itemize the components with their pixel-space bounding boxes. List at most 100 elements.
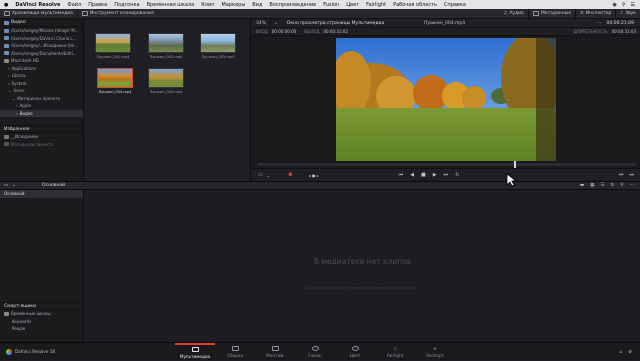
wifi-icon[interactable]: ◉	[612, 2, 616, 8]
viewer-options-icon[interactable]: ▭	[252, 172, 263, 178]
page-deliver[interactable]: ➤ Экспорт	[415, 343, 455, 361]
previous-frame-icon[interactable]: ⏮	[619, 172, 624, 178]
storage-location-label: /Users/sergey/Documents/Editi...	[11, 50, 77, 56]
clip-name: Пушкин_002.mp4	[149, 55, 183, 59]
playhead[interactable]	[514, 161, 517, 168]
tree-item[interactable]: ⌄ Материалы проекта	[0, 95, 83, 103]
menu-item[interactable]: Справка	[444, 2, 466, 8]
menu-item[interactable]: Файл	[67, 2, 81, 8]
go-to-end-icon[interactable]: ⏭	[444, 172, 449, 178]
tree-item[interactable]: › Library	[0, 72, 83, 80]
tree-item[interactable]: › Apple	[0, 102, 83, 110]
home-icon[interactable]: ⌂	[620, 349, 623, 354]
stop-icon[interactable]: ■	[421, 172, 426, 178]
storage-location[interactable]: /Users/sergey/...Исходники (Im...	[0, 42, 83, 50]
favorite-item[interactable]: Материалы проекта	[0, 141, 83, 149]
storage-location[interactable]: /Users/sergey/DaVinci Charla L...	[0, 35, 83, 43]
go-to-start-icon[interactable]: ⏮	[399, 172, 404, 178]
play-icon[interactable]: ▶	[433, 172, 437, 178]
master-bin[interactable]: Основной	[0, 190, 83, 198]
chevron-down-icon[interactable]: ⌄	[8, 183, 16, 188]
media-storage-button[interactable]: Хранилище мультимедиа	[0, 8, 78, 19]
audio-monitor-icon[interactable]: ⚈	[270, 172, 292, 178]
tree-item[interactable]: › Applications	[0, 65, 83, 73]
menu-item[interactable]: Временная шкала	[147, 2, 195, 8]
clone-tool-button[interactable]: Инструмент клонирования	[78, 9, 158, 19]
search-icon[interactable]: ⚲	[622, 2, 626, 8]
menu-item[interactable]: Цвет	[346, 2, 359, 8]
clone-icon	[81, 11, 88, 16]
gear-icon[interactable]: ⚙	[628, 349, 632, 354]
menu-item[interactable]: Маркеры	[222, 2, 246, 8]
menu-item[interactable]: Рабочая область	[393, 2, 437, 8]
tree-item[interactable]: ⌄ Users	[0, 87, 83, 95]
clip-thumbnail[interactable]: Пушкин_001.mp4	[95, 33, 131, 59]
sound-button[interactable]: ♪ Звук	[616, 9, 640, 19]
app-menu[interactable]: DaVinci Resolve	[15, 2, 60, 8]
next-frame-icon[interactable]: ⏭	[629, 172, 634, 178]
menu-item[interactable]: Fusion	[323, 2, 339, 8]
menu-item[interactable]: Правка	[88, 2, 107, 8]
smart-bin[interactable]: Keywords	[0, 318, 84, 326]
search-icon[interactable]: ⚲	[620, 183, 623, 188]
menu-item[interactable]: Вид	[252, 2, 262, 8]
page-fusion[interactable]: Fusion	[295, 343, 335, 361]
page-media[interactable]: Мультимедиа	[175, 342, 215, 361]
tree-item-label: Apple	[19, 103, 31, 109]
apple-icon[interactable]: ●	[4, 2, 8, 8]
scrub-bar[interactable]	[258, 161, 636, 168]
favorite-item[interactable]: __Исходники	[0, 133, 83, 141]
reverse-icon[interactable]: ◀	[410, 172, 414, 178]
video-frame[interactable]	[336, 38, 556, 161]
storage-location[interactable]: Macintosh HD	[0, 57, 83, 65]
panel-toggle-icon[interactable]: ▭	[0, 183, 8, 188]
page-color[interactable]: Цвет	[335, 343, 375, 361]
storage-location[interactable]: /Users/sergey/Movies (Image 'M...	[0, 27, 83, 35]
menu-item[interactable]: Fairlight	[366, 2, 386, 8]
out-timecode[interactable]: 00:00:31:02	[319, 29, 347, 34]
tree-item[interactable]: › System	[0, 80, 83, 88]
in-timecode[interactable]: 00:00:00:00	[268, 29, 296, 34]
chevron-down-icon[interactable]: ⌄	[263, 173, 270, 178]
metadata-button[interactable]: Метаданные	[529, 8, 576, 19]
storage-location-label: Macintosh HD	[11, 58, 39, 64]
menu-item[interactable]: Подгонка	[114, 2, 139, 8]
clip-name: Пушкин_003.mp4	[201, 55, 235, 59]
grid-view-icon[interactable]: ▦	[590, 183, 594, 188]
sort-icon[interactable]: ⇅	[610, 183, 614, 188]
page-cut[interactable]: Сборка	[215, 343, 255, 361]
zoom-level[interactable]: 34%	[252, 18, 272, 28]
audio-button[interactable]: ♫ Аудио	[499, 8, 529, 19]
jog-icon[interactable]: ◂ ● ▸	[293, 173, 319, 178]
more-icon[interactable]: ⋯	[597, 21, 602, 26]
page-fairlight[interactable]: ♫ Fairlight	[375, 343, 415, 361]
tree-item-selected[interactable]: › Видео	[0, 109, 83, 117]
storage-header[interactable]: Видео	[0, 19, 83, 27]
page-edit[interactable]: Монтаж	[255, 343, 295, 361]
page-label: Мультимедиа	[179, 353, 211, 359]
chevron-down-icon[interactable]: ⌄	[271, 21, 281, 26]
slider-icon[interactable]: ▬	[580, 183, 584, 188]
clip-thumbnail[interactable]: Пушкин_002.mp4	[148, 33, 184, 59]
storage-location[interactable]: /Users/sergey/Documents/Editi...	[0, 50, 83, 58]
smart-bin-label: Временные шкалы	[11, 311, 51, 317]
clip-name: Пушкин_004.mp4	[98, 90, 132, 94]
page-bar: DaVinci Resolve 18 Мультимедиа Сборка Мо…	[0, 342, 640, 360]
clip-thumbnail[interactable]: Пушкин_003.mp4	[200, 33, 236, 59]
menu-item[interactable]: Воспроизведение	[269, 2, 316, 8]
media-pool-area[interactable]: В медиатеке нет клипов Для начала добавь…	[85, 190, 640, 342]
smart-bin[interactable]: People	[0, 325, 84, 333]
clip-thumbnail-selected[interactable]: Пушкин_004.mp4	[97, 68, 133, 94]
clip-thumbnail[interactable]: Пушкин_005.mp4	[148, 68, 184, 94]
inspector-button[interactable]: ≡ Инспектор	[576, 8, 617, 19]
folder-icon	[4, 28, 9, 33]
empty-state-subtitle: Для начала добавьте клипы из хранилища м…	[305, 285, 420, 290]
smart-bin[interactable]: Временные шкалы	[0, 310, 84, 318]
more-icon[interactable]: ⋯	[630, 183, 635, 188]
control-center-icon[interactable]: ☰	[631, 2, 635, 8]
list-view-icon[interactable]: ☰	[600, 183, 604, 188]
menu-item[interactable]: Клип	[201, 2, 214, 8]
loop-icon[interactable]: ↻	[455, 172, 459, 178]
page-label: Экспорт	[425, 352, 445, 358]
metadata-label: Метаданные	[540, 11, 571, 16]
